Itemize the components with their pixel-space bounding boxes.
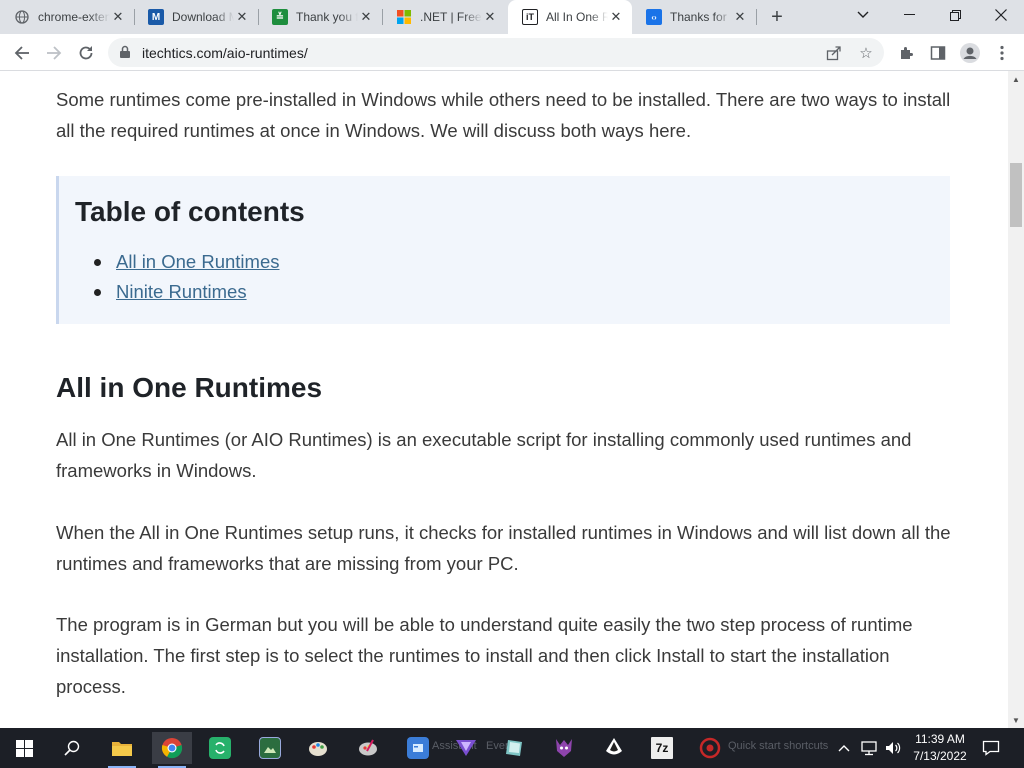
menu-kebab-icon[interactable] [990,41,1014,65]
tab-title: .NET | Free [420,10,482,24]
volume-icon[interactable] [884,728,902,768]
paint-palette-app-icon[interactable] [348,732,388,764]
notifications-icon[interactable] [982,728,1000,768]
reload-button[interactable] [72,39,100,67]
show-hidden-icons-chevron-icon[interactable] [838,728,850,768]
search-icon[interactable] [52,732,92,764]
tab-title: Thanks for [670,10,727,24]
clock-date: 7/13/2022 [913,749,967,763]
microsoft-docs-icon: M [148,9,164,25]
windows-start-icon[interactable] [4,732,44,764]
paragraph-3: The program is in German but you will be… [56,614,913,697]
paragraph-2: When the All in One Runtimes setup runs,… [56,522,951,574]
page-content: Some runtimes come pre-installed in Wind… [0,71,1008,728]
new-tab-button[interactable]: + [764,5,790,29]
windows-taskbar: Assistant Events 7z Quick start shortcut… [0,728,1024,768]
close-icon[interactable]: ✕ [110,9,126,25]
file-explorer-icon[interactable] [102,732,142,768]
extensions-puzzle-icon[interactable] [894,41,918,65]
section-heading: All in One Runtimes [56,372,323,403]
toc-heading: Table of contents [75,196,305,227]
close-icon[interactable]: ✕ [482,9,498,25]
toc-link-all-in-one-runtimes[interactable]: All in One Runtimes [94,251,279,281]
tab-title: Thank you for [296,10,358,24]
url-text: itechtics.com/aio-runtimes/ [142,45,308,61]
chrome-icon[interactable] [152,732,192,768]
screenshot-tool-icon[interactable] [250,732,290,764]
side-panel-icon[interactable] [926,41,950,65]
faded-label: Quick start shortcuts [728,740,829,752]
tab-thank-you[interactable]: ≚ Thank you for ✕ [258,0,382,34]
affinity-app-icon[interactable] [446,732,486,764]
close-icon[interactable]: ✕ [358,9,374,25]
tab-download-microsoft[interactable]: M Download Microsoft ✕ [134,0,258,34]
tab-dotnet[interactable]: .NET | Free ✕ [382,0,506,34]
tab-strip: chrome-extension ✕ M Download Microsoft … [0,0,1024,34]
microsoft-logo-icon [396,9,412,25]
bookmark-star-icon[interactable]: ☆ [856,43,876,63]
notepad-app-icon[interactable] [494,732,534,764]
system-clock[interactable]: 11:39 AM 7/13/2022 [908,731,972,765]
toc-link-ninite-runtimes[interactable]: Ninite Runtimes [94,281,279,311]
browser-toolbar: itechtics.com/aio-runtimes/ ☆ [0,34,1024,71]
devil-app-icon[interactable] [544,732,584,764]
tab-search-chevron-icon[interactable] [840,0,886,30]
7zip-label: 7z [651,737,673,759]
toc-list: All in One Runtimes Ninite Runtimes [94,251,279,311]
tab-title: chrome-extension [38,10,110,24]
network-icon[interactable] [860,728,878,768]
tab-all-in-one-runtimes[interactable]: iT All In One Runtimes ✕ [508,0,632,34]
lock-icon [120,45,130,58]
crimson-app-icon[interactable] [690,732,730,764]
tab-chrome-extension[interactable]: chrome-extension ✕ [0,0,134,34]
share-icon[interactable] [824,43,844,63]
profile-avatar-icon[interactable] [958,41,982,65]
tab-title: All In One Runtimes [546,10,608,24]
close-icon[interactable]: ✕ [732,9,748,25]
scroll-down-arrow-icon[interactable]: ▼ [1008,712,1024,728]
table-of-contents: Table of contents All in One Runtimes Ni… [56,176,950,324]
address-bar[interactable]: itechtics.com/aio-runtimes/ ☆ [108,38,884,67]
download-green-icon: ≚ [272,9,288,25]
tab-title: Download Microsoft [172,10,234,24]
itechtics-icon: iT [522,9,538,25]
inkscape-app-icon[interactable] [594,732,634,764]
tab-divider [756,9,757,25]
scroll-up-arrow-icon[interactable]: ▲ [1008,71,1024,87]
minimize-button[interactable] [886,0,932,30]
back-button[interactable] [8,39,36,67]
7zip-icon[interactable]: 7z [642,732,682,764]
clock-time: 11:39 AM [915,732,965,746]
paragraph-1: All in One Runtimes (or AIO Runtimes) is… [56,429,912,481]
dotnet-blue-icon: ‹› [646,9,662,25]
tab-thanks-for[interactable]: ‹› Thanks for ✕ [632,0,756,34]
close-icon[interactable]: ✕ [608,9,624,25]
intro-paragraph: Some runtimes come pre-installed in Wind… [56,89,951,141]
close-icon[interactable]: ✕ [234,9,250,25]
paint-app-icon[interactable] [298,732,338,764]
forward-button[interactable] [40,39,68,67]
page-scrollbar[interactable]: ▲ ▼ [1008,71,1024,728]
sync-app-icon[interactable] [200,732,240,764]
scroll-thumb[interactable] [1010,163,1022,227]
restore-button[interactable] [932,0,978,30]
globe-icon [14,9,30,25]
close-window-button[interactable] [978,0,1024,30]
